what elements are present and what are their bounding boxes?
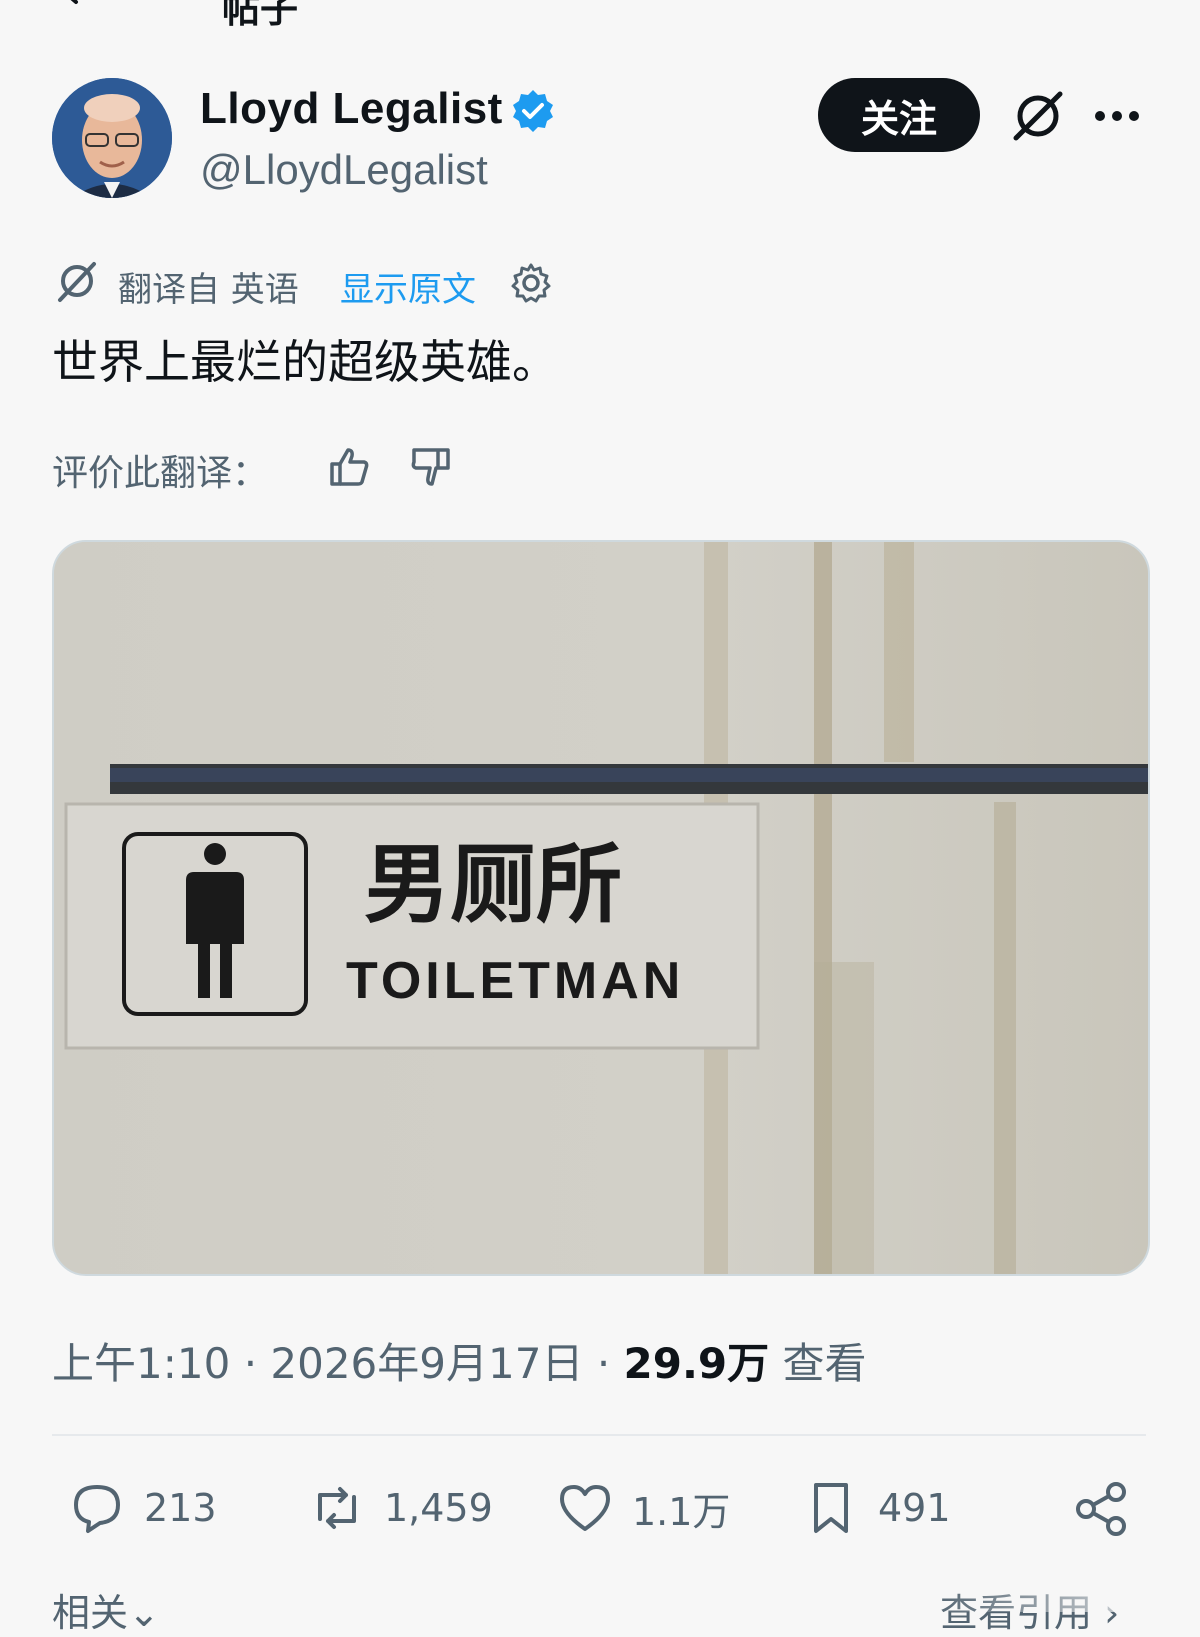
repost-count: 1,459 (384, 1486, 493, 1530)
gear-icon[interactable] (510, 262, 552, 304)
reply-button[interactable]: 213 (66, 1476, 217, 1540)
avatar[interactable] (52, 78, 172, 198)
thumbs-down-icon[interactable] (408, 444, 454, 490)
sign-english-text: TOILETMAN (346, 952, 684, 1010)
grok-icon[interactable] (1010, 88, 1066, 144)
post-image[interactable]: 男厕所 TOILETMAN (52, 540, 1150, 1276)
toilet-sign-photo: 男厕所 TOILETMAN (54, 542, 1148, 1274)
translation-label: 翻译自 英语 (118, 270, 299, 310)
chevron-down-icon: ⌄ (128, 1591, 160, 1635)
author-handle[interactable]: @LloydLegalist (200, 146, 488, 194)
view-count: 29.9万 (623, 1339, 770, 1388)
repost-icon (318, 1487, 356, 1529)
arrow-left-icon[interactable] (50, 0, 90, 10)
bookmark-count: 491 (878, 1486, 951, 1530)
bookmark-button[interactable]: 491 (800, 1476, 951, 1540)
like-button[interactable]: 1.1万 (554, 1476, 730, 1540)
rate-translation-label: 评价此翻译： (52, 453, 269, 494)
post-meta: 上午1:10 · 2026年9月17日 · 29.9万 查看 (52, 1330, 867, 1391)
author-display-name[interactable]: Lloyd Legalist (200, 84, 503, 134)
share-icon[interactable] (1070, 1478, 1132, 1540)
more-icon[interactable] (1092, 98, 1142, 134)
divider (52, 1434, 1146, 1436)
sign-chinese-text: 男厕所 (364, 835, 622, 935)
reply-count: 213 (144, 1486, 217, 1530)
related-label: 相关 (52, 1591, 129, 1635)
like-count: 1.1万 (632, 1489, 731, 1534)
related-tab[interactable]: 相关⌄ (52, 1582, 160, 1637)
meta-separator: · (243, 1339, 271, 1388)
reply-icon (74, 1485, 120, 1533)
verified-badge-icon (513, 90, 553, 132)
fade-overlay (930, 1540, 1200, 1612)
translate-icon (58, 262, 96, 302)
bookmark-icon (814, 1483, 848, 1533)
page-title: 帖子 (222, 0, 299, 31)
views-label: 查看 (782, 1339, 867, 1388)
post-text: 世界上最烂的超级英雄。 (52, 335, 558, 389)
show-original-link[interactable]: 显示原文 (340, 262, 476, 311)
repost-button[interactable]: 1,459 (306, 1476, 493, 1540)
heart-icon (560, 1485, 610, 1531)
post-time: 上午1:10 (52, 1339, 231, 1388)
thumbs-up-icon[interactable] (326, 444, 372, 490)
follow-button[interactable]: 关注 (818, 78, 980, 152)
post-date: 2026年9月17日 (270, 1339, 584, 1388)
avatar-photo (52, 78, 172, 198)
meta-separator: · (596, 1339, 624, 1388)
